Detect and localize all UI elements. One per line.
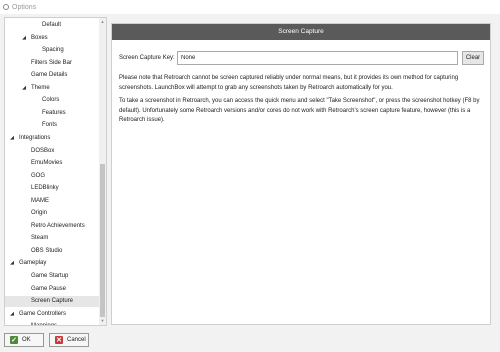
chevron-down-icon[interactable]: ◢ (9, 258, 15, 269)
tree-item-label: Game Pause (31, 285, 67, 292)
tree-item-label: DOSBox (31, 147, 55, 154)
tree-item-default[interactable]: Default (5, 20, 100, 31)
info-line: default). Unfortunately some Retroarch v… (119, 107, 471, 114)
info-paragraph-1: Please note that Retroarch cannot be scr… (119, 74, 484, 93)
tree-item-emumovies[interactable]: EmuMovies (5, 158, 100, 169)
tree-item-label: OBS Studio (31, 247, 63, 254)
clear-button[interactable]: Clear (462, 51, 484, 65)
x-icon: ✕ (55, 336, 63, 344)
tree-item-label: Screen Capture (31, 298, 74, 305)
ok-button[interactable]: ✓ OK (4, 333, 44, 347)
title-bar: Options (0, 0, 500, 14)
options-tree: Default ◢ Boxes Spacing Filters Side Bar Game… (4, 17, 107, 326)
tree-item-obs-studio[interactable]: OBS Studio (5, 246, 100, 257)
screen-capture-key-label: Screen Capture Key: (119, 55, 175, 61)
tree-item-label: Filters Side Bar (31, 59, 73, 66)
tree-item-label: Spacing (42, 47, 64, 54)
tree-item-retro-achievements[interactable]: Retro Achievements (5, 221, 100, 232)
tree-item-label: Colors (42, 97, 60, 104)
info-line: Retroarch issue). (119, 117, 165, 123)
tree-item-spacing[interactable]: Spacing (5, 45, 100, 56)
scroll-up-icon[interactable]: ▲ (99, 18, 106, 26)
tree-item-label: Steam (31, 235, 49, 242)
screen-capture-key-input[interactable] (177, 51, 458, 65)
tree-item-gog[interactable]: GOG (5, 171, 100, 182)
tree-item-ledblinky[interactable]: LEDBlinky (5, 183, 100, 194)
tree-item-colors[interactable]: Colors (5, 95, 100, 106)
window-title: Options (12, 3, 37, 11)
tree-item-mame[interactable]: MAME (5, 196, 100, 207)
tree-item-label: Retro Achievements (31, 222, 85, 229)
tree-item-theme[interactable]: ◢ Theme (5, 83, 100, 94)
tree-item-boxes[interactable]: ◢ Boxes (5, 33, 100, 44)
chevron-down-icon[interactable]: ◢ (21, 83, 27, 94)
tree-item-label: LEDBlinky (31, 185, 59, 192)
tree-item-integrations[interactable]: ◢ Integrations (5, 133, 100, 144)
tree-item-game-pause[interactable]: Game Pause (5, 284, 100, 295)
panel-title: Screen Capture (112, 24, 490, 40)
tree-item-origin[interactable]: Origin (5, 208, 100, 219)
tree-item-label: EmuMovies (31, 160, 63, 167)
tree-item-label: Fonts (42, 122, 58, 129)
tree-item-label: Game Details (31, 72, 68, 79)
tree-item-screen-capture[interactable]: Screen Capture (5, 296, 100, 308)
tree-item-game-startup[interactable]: Game Startup (5, 271, 100, 282)
tree-scrollbar[interactable]: ▲ ▼ (99, 18, 106, 325)
info-paragraph-2: To take a screenshot in Retroarch, you c… (119, 97, 484, 126)
tree-item-label: Features (42, 109, 66, 116)
tree-item-label: Boxes (31, 34, 48, 41)
tree-item-mappings[interactable]: Mappings (5, 321, 100, 325)
checkmark-icon: ✓ (10, 336, 18, 344)
settings-panel: Screen Capture Screen Capture Key: Clear… (111, 23, 491, 325)
tree-item-fonts[interactable]: Fonts (5, 120, 100, 131)
info-line: To take a screenshot in Retroarch, you c… (119, 98, 480, 104)
tree-item-label: Gameplay (19, 260, 47, 267)
scrollbar-thumb[interactable] (100, 164, 105, 317)
tree-item-filters-side-bar[interactable]: Filters Side Bar (5, 58, 100, 69)
cancel-label: Cancel (67, 337, 86, 343)
info-line: screenshots. LaunchBox will attempt to g… (119, 84, 393, 91)
tree-item-game-controllers[interactable]: ◢ Game Controllers (5, 309, 100, 320)
scroll-down-icon[interactable]: ▼ (99, 317, 106, 325)
tree-item-label: MAME (31, 197, 49, 204)
tree-item-game-details[interactable]: Game Details (5, 70, 100, 81)
chevron-down-icon[interactable]: ◢ (21, 33, 27, 44)
info-line: Please note that Retroarch cannot be scr… (119, 75, 459, 81)
cancel-button[interactable]: ✕ Cancel (49, 333, 89, 347)
chevron-down-icon[interactable]: ◢ (9, 309, 15, 320)
tree-item-label: GOG (31, 172, 46, 179)
tree-item-label: Theme (31, 84, 50, 91)
tree-item-features[interactable]: Features (5, 108, 100, 119)
ok-label: OK (22, 337, 31, 343)
tree-item-steam[interactable]: Steam (5, 233, 100, 244)
tree-item-label: Game Controllers (19, 310, 67, 317)
tree-item-label: Origin (31, 210, 48, 217)
app-icon (3, 4, 9, 10)
tree-item-label: Game Startup (31, 273, 69, 279)
tree-item-dosbox[interactable]: DOSBox (5, 146, 100, 157)
tree-item-label: Integrations (19, 134, 51, 141)
tree-item-gameplay[interactable]: ◢ Gameplay (5, 258, 100, 269)
tree-item-label: Default (42, 22, 62, 28)
chevron-down-icon[interactable]: ◢ (9, 133, 15, 144)
tree-item-label: Mappings (31, 321, 57, 325)
